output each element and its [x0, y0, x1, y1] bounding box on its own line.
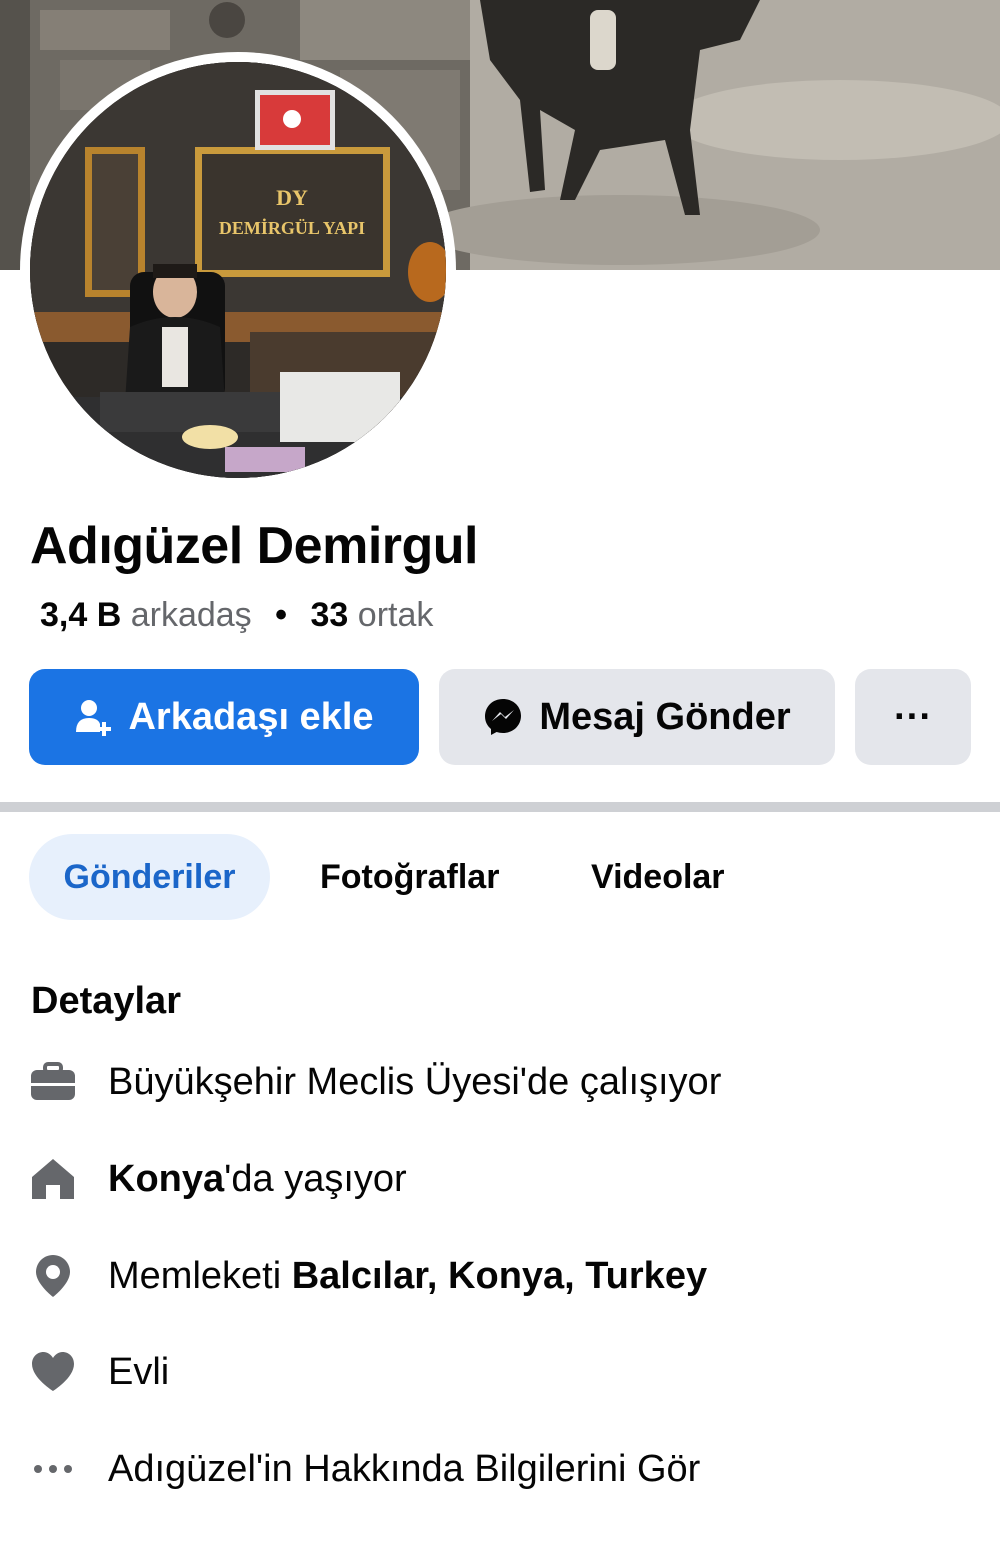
mutual-count: 33	[310, 596, 349, 634]
profile-name: Adıgüzel Demirgul	[30, 517, 478, 575]
detail-hometown: Memleketi Balcılar, Konya, Turkey	[30, 1246, 707, 1306]
send-message-label: Mesaj Gönder	[539, 695, 791, 738]
friends-label[interactable]: arkadaş	[131, 596, 252, 634]
detail-hometown-prefix: Memleketi	[108, 1254, 292, 1297]
briefcase-icon	[30, 1059, 76, 1105]
tab-photos[interactable]: Fotoğraflar	[320, 834, 499, 920]
detail-relationship-text: Evli	[108, 1350, 170, 1393]
detail-lives-city[interactable]: Konya	[108, 1158, 224, 1200]
more-icon: ···	[894, 695, 932, 738]
detail-hometown-place[interactable]: Balcılar, Konya, Turkey	[292, 1255, 707, 1297]
demirgul-logo: DY	[276, 185, 308, 210]
details-title: Detaylar	[31, 980, 181, 1022]
detail-about-link[interactable]: Adıgüzel'in Hakkında Bilgilerini Gör	[30, 1439, 700, 1499]
demirgul-sign: DEMİRGÜL YAPI	[219, 218, 365, 238]
detail-work-text: Büyükşehir Meclis Üyesi'de çalışıyor	[108, 1060, 722, 1103]
more-options-button[interactable]: ···	[855, 669, 971, 765]
tab-posts[interactable]: Gönderiler	[29, 834, 270, 920]
profile-picture-image: DY DEMİRGÜL YAPI	[30, 62, 446, 478]
stats-separator: •	[275, 596, 288, 634]
profile-picture[interactable]: DY DEMİRGÜL YAPI	[30, 62, 446, 478]
location-pin-icon	[30, 1253, 76, 1299]
friends-count: 3,4 B	[40, 596, 122, 634]
profile-stats: 3,4 B arkadaş • 33 ortak	[40, 596, 433, 635]
home-icon	[30, 1156, 76, 1202]
add-friend-button[interactable]: Arkadaşı ekle	[29, 669, 419, 765]
add-friend-label: Arkadaşı ekle	[128, 695, 374, 738]
add-friend-icon	[76, 700, 112, 736]
ellipsis-icon	[30, 1446, 76, 1492]
detail-relationship: Evli	[30, 1342, 169, 1402]
about-link-text: Adıgüzel'in Hakkında Bilgilerini Gör	[108, 1447, 701, 1490]
detail-lives: Konya'da yaşıyor	[30, 1149, 407, 1209]
section-divider	[0, 802, 1000, 812]
tab-videos[interactable]: Videolar	[591, 834, 725, 920]
heart-icon	[30, 1349, 76, 1395]
messenger-icon	[485, 699, 522, 735]
detail-work: Büyükşehir Meclis Üyesi'de çalışıyor	[30, 1052, 721, 1112]
send-message-button[interactable]: Mesaj Gönder	[439, 669, 835, 765]
detail-lives-text: 'da yaşıyor	[224, 1157, 407, 1200]
mutual-label[interactable]: ortak	[358, 596, 434, 634]
